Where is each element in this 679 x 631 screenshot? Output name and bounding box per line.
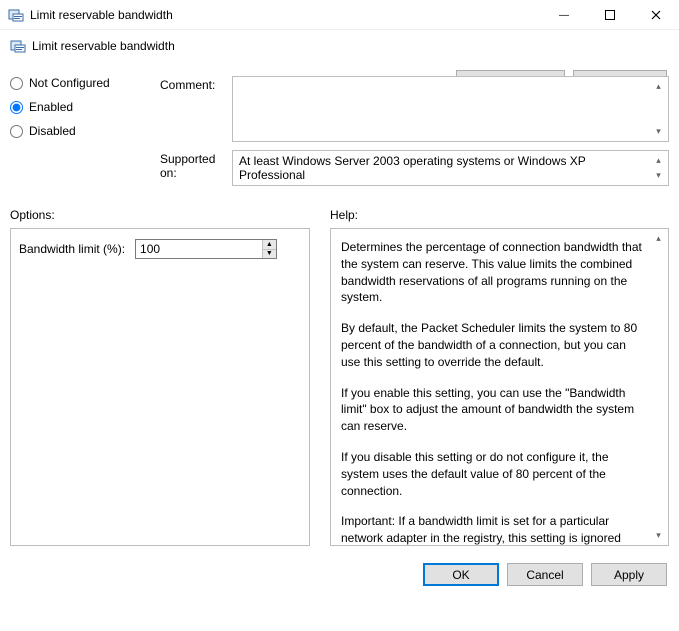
setting-title: Limit reservable bandwidth	[32, 39, 175, 53]
options-label: Options:	[10, 208, 310, 222]
state-radio-group: Not Configured Enabled Disabled	[10, 76, 150, 148]
supported-on-value: At least Windows Server 2003 operating s…	[239, 154, 586, 182]
help-text: By default, the Packet Scheduler limits …	[341, 320, 646, 370]
scroll-down-icon[interactable]: ▾	[650, 167, 667, 184]
policy-setting-icon	[10, 38, 26, 54]
supported-on-box: At least Windows Server 2003 operating s…	[232, 150, 669, 186]
close-button[interactable]	[633, 0, 679, 30]
maximize-button[interactable]	[587, 0, 633, 30]
radio-label-not-configured: Not Configured	[29, 76, 110, 90]
bandwidth-limit-label: Bandwidth limit (%):	[19, 242, 125, 256]
options-pane: Bandwidth limit (%): ▲ ▼	[10, 228, 310, 546]
scroll-up-icon[interactable]: ▴	[650, 78, 667, 95]
comment-textarea[interactable]: ▴ ▾	[232, 76, 669, 142]
minimize-button[interactable]: ―	[541, 0, 587, 30]
supported-on-label: Supported on:	[160, 150, 232, 180]
radio-label-enabled: Enabled	[29, 100, 73, 114]
radio-disabled[interactable]	[10, 125, 23, 138]
help-pane: Determines the percentage of connection …	[330, 228, 669, 546]
window-title: Limit reservable bandwidth	[30, 8, 541, 22]
bandwidth-limit-input[interactable]	[136, 240, 262, 258]
help-text: Important: If a bandwidth limit is set f…	[341, 513, 646, 546]
help-text: If you disable this setting or do not co…	[341, 449, 646, 499]
radio-label-disabled: Disabled	[29, 124, 76, 138]
state-enabled[interactable]: Enabled	[10, 100, 150, 114]
radio-enabled[interactable]	[10, 101, 23, 114]
comment-label: Comment:	[160, 76, 232, 92]
bandwidth-limit-spinner[interactable]: ▲ ▼	[135, 239, 277, 259]
ok-button[interactable]: OK	[423, 563, 499, 586]
state-not-configured[interactable]: Not Configured	[10, 76, 150, 90]
help-label: Help:	[330, 208, 669, 222]
state-disabled[interactable]: Disabled	[10, 124, 150, 138]
help-text: Determines the percentage of connection …	[341, 239, 646, 306]
scroll-up-icon[interactable]: ▴	[650, 230, 667, 247]
titlebar: Limit reservable bandwidth ―	[0, 0, 679, 30]
spinner-down-icon[interactable]: ▼	[263, 250, 276, 259]
apply-button[interactable]: Apply	[591, 563, 667, 586]
spinner-up-icon[interactable]: ▲	[263, 240, 276, 250]
scroll-down-icon[interactable]: ▾	[650, 527, 667, 544]
help-text: If you enable this setting, you can use …	[341, 385, 646, 435]
cancel-button[interactable]: Cancel	[507, 563, 583, 586]
policy-icon	[8, 7, 24, 23]
scroll-down-icon[interactable]: ▾	[650, 123, 667, 140]
radio-not-configured[interactable]	[10, 77, 23, 90]
